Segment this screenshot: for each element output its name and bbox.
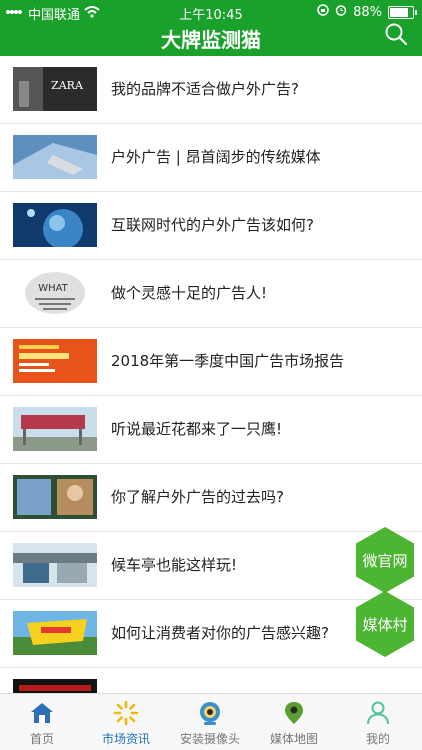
search-icon[interactable] (384, 22, 408, 46)
tab-market-news[interactable]: 市场资讯 (84, 694, 168, 750)
thumb-word-art: WHAT (38, 283, 68, 294)
article-thumbnail (13, 475, 97, 519)
article-thumbnail (13, 135, 97, 179)
official-site-label: 微官网 (362, 552, 408, 570)
article-title: 听说最近花都来了一只鹰! (111, 420, 283, 438)
tab-label: 市场资讯 (101, 732, 150, 746)
article-title: 户外广告 | 昂首阔步的传统媒体 (111, 148, 321, 166)
article-title: 候车亭也能这样玩! (111, 556, 238, 574)
tab-profile[interactable]: 我的 (336, 694, 420, 750)
article-thumbnail: WHAT (13, 271, 97, 315)
article-thumbnail: ZARA (13, 67, 97, 111)
page-title: 大牌监测猫 (161, 28, 261, 52)
alarm-icon (335, 4, 347, 20)
list-item[interactable]: 互联网时代的户外广告该如何? (0, 192, 422, 260)
tab-label: 媒体地图 (269, 732, 318, 746)
tab-label: 首页 (29, 732, 54, 746)
map-pin-icon (285, 702, 303, 724)
thumb-logo-text: ZARA (51, 79, 84, 92)
official-site-button[interactable]: 微官网 (355, 526, 415, 594)
tab-label: 安装摄像头 (179, 732, 240, 746)
article-title: 你了解户外广告的过去吗? (111, 488, 284, 506)
media-village-label: 媒体村 (362, 616, 408, 634)
list-item[interactable]: 户外广告 | 昂首阔步的传统媒体 (0, 124, 422, 192)
article-thumbnail (13, 339, 97, 383)
article-title: 我的品牌不适合做户外广告? (111, 80, 299, 98)
app-header: 中国联通 上午10:45 88% 大牌监测猫 (0, 0, 422, 56)
user-icon (367, 701, 389, 725)
orientation-lock-icon (317, 4, 329, 20)
battery-icon (388, 5, 417, 19)
media-village-button[interactable]: 媒体村 (355, 590, 415, 658)
tab-install-camera[interactable]: 安装摄像头 (168, 694, 252, 750)
article-title: 互联网时代的户外广告该如何? (111, 216, 314, 234)
tab-label: 我的 (365, 732, 390, 746)
battery-percent: 88% (353, 4, 382, 20)
list-item[interactable]: 听说最近花都来了一只鹰! (0, 396, 422, 464)
article-thumbnail (13, 543, 97, 587)
article-title: 2018年第一季度中国广告市场报告 (111, 352, 345, 370)
bottom-tab-bar: 首页 市场资讯 安装摄像头 媒体地图 我的 (0, 693, 422, 750)
status-bar: 中国联通 上午10:45 88% (0, 0, 422, 24)
article-title: 做个灵感十足的广告人! (111, 284, 268, 302)
list-item[interactable]: WHAT 做个灵感十足的广告人! (0, 260, 422, 328)
camera-icon (200, 702, 220, 725)
article-title: 如何让消费者对你的广告感兴趣? (111, 624, 329, 642)
article-thumbnail (13, 611, 97, 655)
article-thumbnail (13, 407, 97, 451)
list-item[interactable]: ZARA 我的品牌不适合做户外广告? (0, 56, 422, 124)
tab-media-map[interactable]: 媒体地图 (252, 694, 336, 750)
list-item[interactable]: 2018年第一季度中国广告市场报告 (0, 328, 422, 396)
sun-icon (113, 700, 139, 726)
home-icon (31, 703, 53, 723)
article-thumbnail (13, 203, 97, 247)
tab-home[interactable]: 首页 (0, 694, 84, 750)
list-item[interactable]: 你了解户外广告的过去吗? (0, 464, 422, 532)
